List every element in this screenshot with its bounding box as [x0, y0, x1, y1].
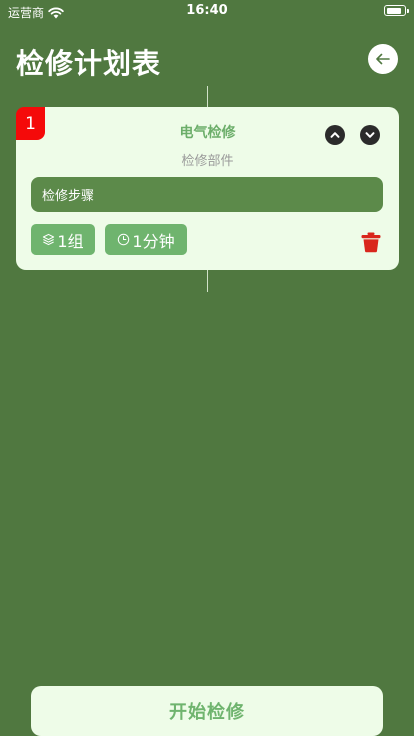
trash-icon[interactable] [359, 230, 383, 254]
timeline-connector-top [207, 86, 208, 108]
duration-chip[interactable]: 1分钟 [105, 224, 187, 255]
page-title: 检修计划表 [16, 47, 162, 80]
steps-text: 检修步骤 [42, 189, 95, 204]
sets-label: 1组 [57, 231, 84, 251]
start-inspection-button[interactable]: 开始检修 [31, 686, 383, 736]
chevron-up-icon [330, 132, 340, 138]
sets-chip[interactable]: 1组 [31, 224, 95, 255]
battery-level [386, 7, 401, 14]
start-label: 开始检修 [169, 702, 245, 723]
plan-item-card[interactable]: 1 电气检修 检修部件 检修步骤 1组 1分钟 [16, 107, 399, 270]
arrow-left-icon [376, 53, 390, 65]
back-button[interactable] [368, 44, 398, 74]
status-bar: 运营商 16:40 [0, 0, 414, 22]
battery-icon [384, 5, 409, 16]
move-up-button[interactable] [325, 125, 345, 145]
timeline-connector-bottom [207, 270, 208, 292]
duration-label: 1分钟 [132, 231, 175, 251]
item-subtitle[interactable]: 检修部件 [16, 150, 399, 169]
clock-icon [118, 233, 130, 246]
layers-icon [43, 233, 55, 246]
status-time: 16:40 [186, 3, 228, 18]
move-down-button[interactable] [360, 125, 380, 145]
chevron-down-icon [365, 132, 375, 138]
steps-field[interactable]: 检修步骤 [31, 177, 383, 212]
